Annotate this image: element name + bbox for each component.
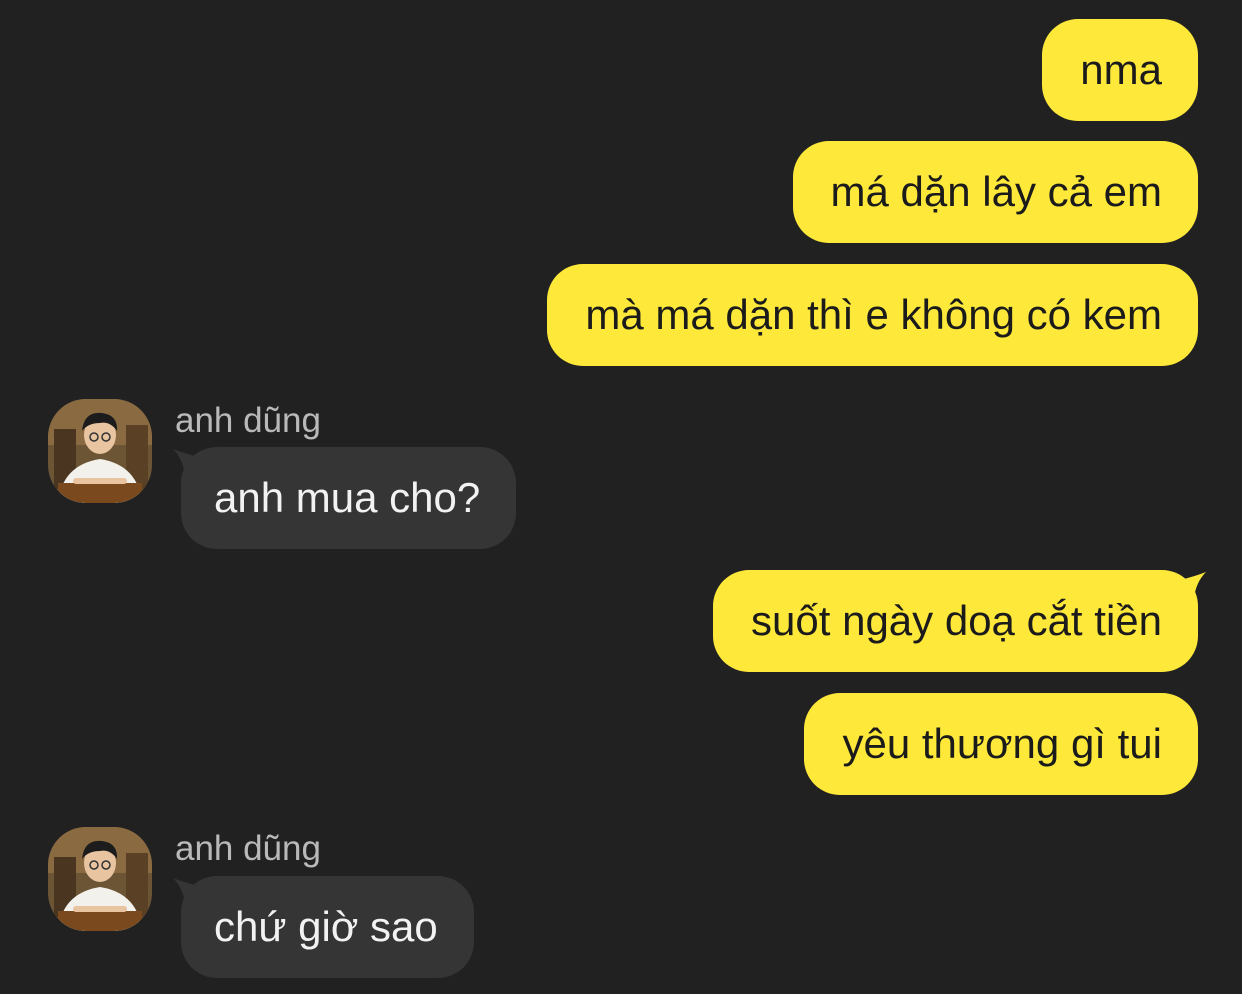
outgoing-message-bubble[interactable]: suốt ngày doạ cắt tiền <box>713 570 1206 672</box>
incoming-message-bubble[interactable]: anh mua cho? <box>173 447 517 549</box>
outgoing-message-bubble[interactable]: má dặn lây cả em <box>792 141 1198 243</box>
incoming-message-bubble[interactable]: chứ giờ sao <box>173 876 474 978</box>
message-text: suốt ngày doạ cắt tiền <box>751 597 1162 644</box>
bubble-tail-icon <box>173 449 199 475</box>
bubble-tail-icon <box>173 878 199 904</box>
avatar-photo-icon <box>48 827 152 931</box>
bubble-tail-icon <box>1180 572 1206 598</box>
message-text: yêu thương gì tui <box>842 720 1162 767</box>
sender-name: anh dũng <box>175 401 321 440</box>
outgoing-message-bubble[interactable]: mà má dặn thì e không có kem <box>547 264 1198 366</box>
message-text: má dặn lây cả em <box>830 168 1163 215</box>
message-text: anh mua cho? <box>214 474 481 521</box>
message-text: chứ giờ sao <box>214 903 438 950</box>
avatar-photo-icon <box>48 399 152 503</box>
sender-name: anh dũng <box>175 829 321 868</box>
outgoing-message-bubble[interactable]: nma <box>1042 19 1198 121</box>
sender-avatar[interactable] <box>48 827 152 931</box>
sender-avatar[interactable] <box>48 399 152 503</box>
outgoing-message-bubble[interactable]: yêu thương gì tui <box>804 693 1198 795</box>
message-text: mà má dặn thì e không có kem <box>585 291 1162 338</box>
message-text: nma <box>1080 46 1162 93</box>
